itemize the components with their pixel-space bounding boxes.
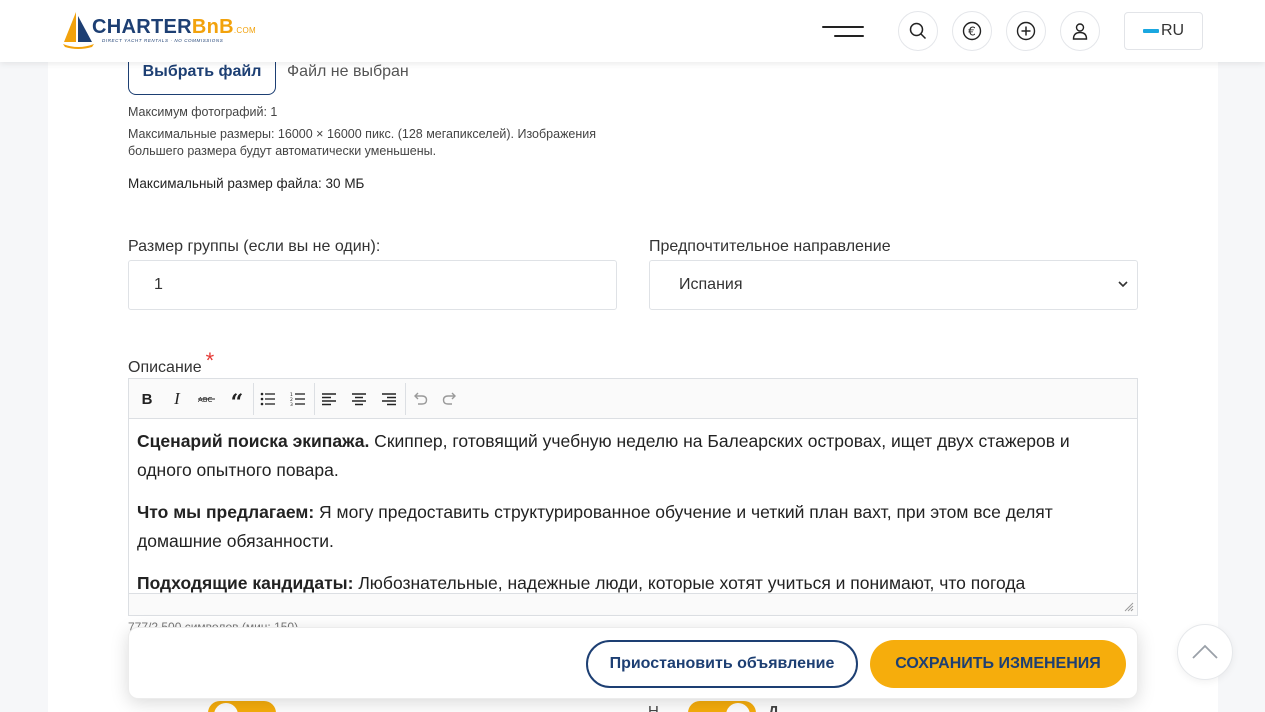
paragraph: Что мы предлагаем: Я могу предоставить с…	[137, 502, 1053, 551]
svg-text:€: €	[968, 25, 976, 39]
sticky-action-bar: Приостановить объявление СОХРАНИТЬ ИЗМЕН…	[128, 627, 1138, 699]
logo-tagline: DIRECT YACHT RENTALS · NO COMMISSIONS	[102, 38, 224, 43]
save-changes-button[interactable]: СОХРАНИТЬ ИЗМЕНЕНИЯ	[870, 640, 1126, 688]
search-button[interactable]	[898, 11, 938, 51]
destination-select[interactable]: Испания	[649, 260, 1138, 310]
toggle-switch-right[interactable]	[688, 701, 756, 712]
logo-wordmark: CHARTERBnB.COM	[92, 16, 256, 38]
align-right-icon[interactable]	[377, 387, 401, 411]
destination-label: Предпочтительное направление	[649, 238, 891, 255]
bold-icon[interactable]: B	[135, 387, 159, 411]
toggle-switch-left[interactable]	[208, 701, 276, 712]
paragraph: Сценарий поиска экипажа. Скиппер, готовя…	[137, 431, 1070, 480]
flag-icon	[1142, 29, 1159, 33]
search-icon	[909, 22, 927, 40]
destination-value: Испания	[679, 276, 743, 293]
group-size-label: Размер группы (если вы не один):	[128, 238, 381, 255]
align-left-icon[interactable]	[317, 387, 341, 411]
group-size-value: 1	[154, 276, 163, 293]
toggle-label-left-text: Н	[648, 703, 659, 712]
plus-circle-icon	[1016, 21, 1036, 41]
numbered-list-icon[interactable]: 123	[286, 387, 310, 411]
editor-statusbar	[129, 593, 1137, 615]
blockquote-icon[interactable]: “	[225, 387, 249, 416]
editor-content[interactable]: Сценарий поиска экипажа. Скиппер, готовя…	[137, 427, 1127, 595]
file-status: Файл не выбран	[287, 63, 409, 80]
max-dimensions-hint: Максимальные размеры: 16000 × 16000 пикс…	[128, 127, 597, 158]
max-photos-hint: Максимум фотографий: 1	[128, 105, 278, 119]
pause-listing-button[interactable]: Приостановить объявление	[586, 640, 858, 688]
chevron-up-icon	[1192, 644, 1218, 659]
paragraph: Подходящие кандидаты: Любознательные, на…	[137, 573, 1026, 593]
required-mark: *	[205, 348, 215, 373]
italic-icon[interactable]: I	[165, 387, 189, 411]
user-icon	[1072, 23, 1088, 40]
toggle-label-right-text: Д	[768, 703, 779, 712]
language-selector[interactable]: RU	[1124, 12, 1203, 50]
sailboat-logo-icon	[63, 12, 94, 49]
site-header: CHARTERBnB.COM DIRECT YACHT RENTALS · NO…	[0, 0, 1265, 62]
euro-icon: €	[962, 21, 982, 41]
menu-icon[interactable]	[822, 24, 864, 40]
scroll-to-top-button[interactable]	[1177, 624, 1233, 680]
align-center-icon[interactable]	[347, 387, 371, 411]
resize-handle-icon[interactable]	[1124, 602, 1134, 612]
redo-icon[interactable]	[438, 387, 462, 411]
chevron-down-icon	[1118, 281, 1128, 288]
rich-text-editor[interactable]: B I ABC “ 123 Сценарий поиска экипажа. С…	[128, 378, 1138, 616]
description-label: Описание *	[128, 348, 215, 376]
svg-text:3: 3	[290, 402, 293, 406]
currency-button[interactable]: €	[952, 11, 992, 51]
bullet-list-icon[interactable]	[256, 387, 280, 411]
editor-toolbar: B I ABC “ 123	[129, 379, 1137, 419]
undo-icon[interactable]	[408, 387, 432, 411]
strikethrough-icon[interactable]: ABC	[195, 387, 219, 411]
language-code: RU	[1160, 22, 1185, 39]
max-file-size-hint: Максимальный размер файла: 30 МБ	[128, 176, 365, 191]
add-listing-button[interactable]	[1006, 11, 1046, 51]
group-size-input[interactable]: 1	[128, 260, 617, 310]
svg-text:ABC: ABC	[198, 396, 212, 404]
charterbnb-logo[interactable]: CHARTERBnB.COM DIRECT YACHT RENTALS · NO…	[62, 10, 256, 50]
account-button[interactable]	[1060, 11, 1100, 51]
